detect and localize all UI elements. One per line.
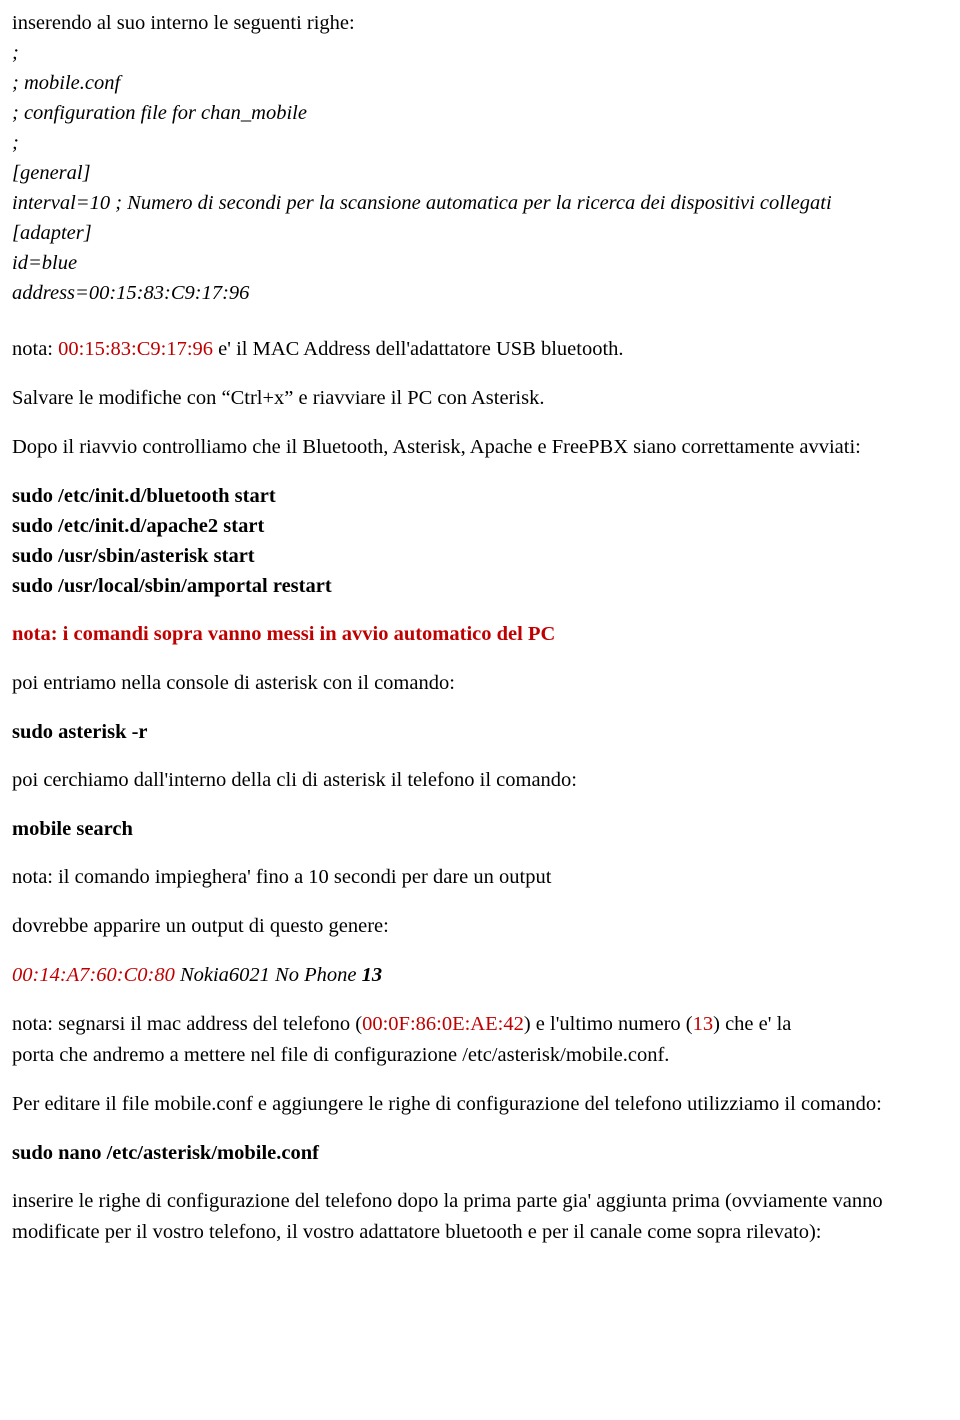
command-asterisk-start: sudo /usr/sbin/asterisk start <box>12 545 255 567</box>
dovrebbe-apparire-paragraph: dovrebbe apparire un output di questo ge… <box>12 915 389 937</box>
nota-mac-value: 00:15:83:C9:17:96 <box>58 338 214 360</box>
command-mobile-search: mobile search <box>12 818 133 840</box>
config-line-2: ; configuration file for chan_mobile <box>12 102 307 124</box>
intro-line: inserendo al suo interno le seguenti rig… <box>12 12 355 34</box>
nota-segnarsi-port: 13 <box>692 1013 714 1035</box>
config-line-5: interval=10 ; Numero di secondi per la s… <box>12 192 832 214</box>
nota-mac-suffix: e' il MAC Address dell'adattatore USB bl… <box>213 338 624 360</box>
dopo-riavvio-paragraph: Dopo il riavvio controlliamo che il Blue… <box>12 436 861 458</box>
config-line-3: ; <box>12 132 19 154</box>
output-example-device: Nokia6021 No Phone <box>174 964 362 986</box>
output-example-mac: 00:14:A7:60:C0:80 <box>12 964 175 986</box>
config-line-8: address=00:15:83:C9:17:96 <box>12 282 250 304</box>
config-line-0: ; <box>12 42 19 64</box>
command-bluetooth-start: sudo /etc/init.d/bluetooth start <box>12 485 276 507</box>
nota-avvio-automatico: nota: i comandi sopra vanno messi in avv… <box>12 623 556 645</box>
nota-segnarsi-paragraph: nota: segnarsi il mac address del telefo… <box>12 1009 932 1071</box>
nota-mac-paragraph: nota: 00:15:83:C9:17:96 e' il MAC Addres… <box>12 334 932 365</box>
output-example-port: 13 <box>361 964 383 986</box>
command-amportal-restart: sudo /usr/local/sbin/amportal restart <box>12 575 332 597</box>
command-nano-mobile-conf: sudo nano /etc/asterisk/mobile.conf <box>12 1142 319 1164</box>
command-apache2-start: sudo /etc/init.d/apache2 start <box>12 515 265 537</box>
inserire-righe-paragraph: inserire le righe di configurazione del … <box>12 1190 883 1243</box>
nota-segnarsi-part2: ) e l'ultimo numero ( <box>523 1013 693 1035</box>
poi-entriamo-paragraph: poi entriamo nella console di asterisk c… <box>12 672 455 694</box>
config-line-6: [adapter] <box>12 222 92 244</box>
nota-segnarsi-line2: porta che andremo a mettere nel file di … <box>12 1044 670 1066</box>
nota-output-paragraph: nota: il comando impieghera' fino a 10 s… <box>12 866 552 888</box>
config-line-1: ; mobile.conf <box>12 72 121 94</box>
config-line-7: id=blue <box>12 252 78 274</box>
salvare-paragraph: Salvare le modifiche con “Ctrl+x” e riav… <box>12 387 545 409</box>
output-example-line: 00:14:A7:60:C0:80 Nokia6021 No Phone 13 <box>12 960 932 991</box>
nota-mac-prefix: nota: <box>12 338 59 360</box>
per-editare-paragraph: Per editare il file mobile.conf e aggiun… <box>12 1093 882 1115</box>
nota-segnarsi-part3: ) che e' la <box>713 1013 792 1035</box>
nota-segnarsi-part1: nota: segnarsi il mac address del telefo… <box>12 1013 363 1035</box>
nota-segnarsi-mac: 00:0F:86:0E:AE:42 <box>362 1013 524 1035</box>
document-page: inserendo al suo interno le seguenti rig… <box>0 0 960 1420</box>
config-line-4: [general] <box>12 162 91 184</box>
command-asterisk-r: sudo asterisk -r <box>12 721 148 743</box>
poi-cerchiamo-paragraph: poi cerchiamo dall'interno della cli di … <box>12 769 577 791</box>
